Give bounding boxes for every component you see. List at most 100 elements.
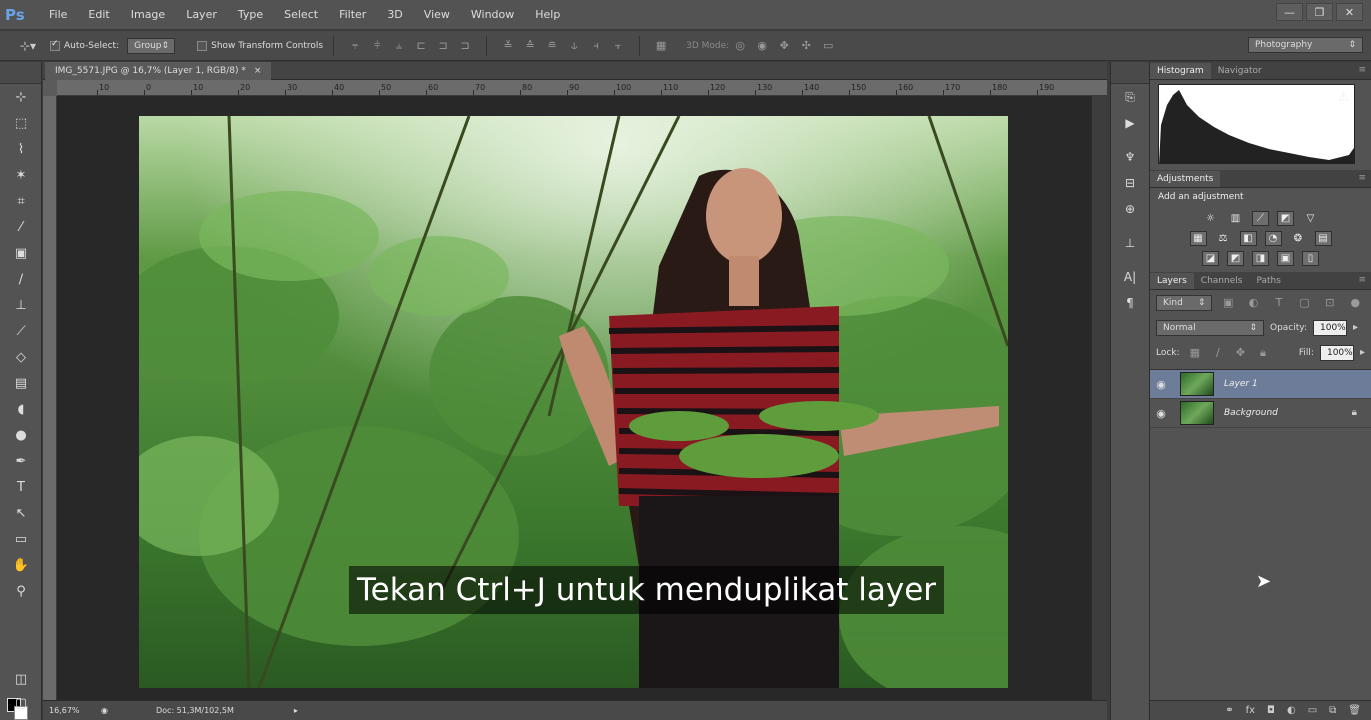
actions-panel-icon[interactable]: ▶ <box>1111 110 1149 136</box>
vibrance-icon[interactable]: ▽ <box>1302 211 1319 226</box>
filter-toggle-icon[interactable]: ● <box>1350 296 1361 310</box>
tab-histogram[interactable]: Histogram <box>1150 63 1211 79</box>
brush-presets-icon[interactable]: ⊟ <box>1111 170 1149 196</box>
distribute-bottom-icon[interactable]: ≘ <box>545 39 559 53</box>
paragraph-panel-icon[interactable]: ¶ <box>1111 290 1149 316</box>
horizontal-ruler[interactable]: 10 0 10 20 30 40 50 60 70 80 90 100 110 120 130 140 150 1… <box>57 80 1107 96</box>
vertical-ruler[interactable] <box>43 96 57 700</box>
levels-icon[interactable]: ▥ <box>1227 211 1244 226</box>
warning-icon[interactable]: ⚠ <box>1338 90 1349 104</box>
layer-name[interactable]: Background <box>1224 408 1278 418</box>
blend-mode-dropdown[interactable]: Normal ⇕ <box>1156 319 1264 336</box>
status-icon[interactable]: ◉ <box>101 706 108 715</box>
menu-edit[interactable]: Edit <box>88 8 109 21</box>
type-tool-icon[interactable]: T <box>0 474 42 500</box>
filter-smart-object-icon[interactable]: ⊡ <box>1324 296 1335 310</box>
fill-arrow-icon[interactable]: ▸ <box>1360 347 1365 358</box>
black-white-icon[interactable]: ◧ <box>1239 231 1257 246</box>
threshold-icon[interactable]: ◨ <box>1252 251 1269 266</box>
delete-layer-icon[interactable]: 🗑︎ <box>1348 705 1361 716</box>
clone-stamp-tool-icon[interactable]: ⊥ <box>0 292 42 318</box>
exposure-icon[interactable]: ◩ <box>1277 211 1294 226</box>
blur-tool-icon[interactable]: ◖ <box>0 396 42 422</box>
workspace-dropdown[interactable]: Photography ⇕ <box>1248 37 1363 53</box>
selective-color-icon[interactable]: ▣ <box>1277 251 1294 266</box>
tab-channels[interactable]: Channels <box>1194 273 1250 289</box>
lock-position-icon[interactable]: ✥ <box>1236 346 1245 360</box>
3d-rotate-icon[interactable]: ◎ <box>733 39 747 53</box>
close-tab-icon[interactable]: × <box>254 66 262 76</box>
align-bottom-icon[interactable]: ⫨ <box>392 39 406 53</box>
menu-view[interactable]: View <box>424 8 450 21</box>
layer-lock-icon[interactable]: 🔒︎ <box>1352 407 1357 418</box>
filter-adjustment-icon[interactable]: ◐ <box>1248 296 1259 310</box>
distribute-hcenter-icon[interactable]: ⫞ <box>589 39 603 53</box>
menu-3d[interactable]: 3D <box>387 8 402 21</box>
gradient-map-icon[interactable]: ▯ <box>1302 251 1319 266</box>
magic-wand-tool-icon[interactable]: ✶ <box>0 162 42 188</box>
minimize-button[interactable]: — <box>1276 3 1303 21</box>
filter-pixel-icon[interactable]: ▣ <box>1222 296 1233 310</box>
brightness-contrast-icon[interactable]: ☼ <box>1202 211 1219 226</box>
panel-menu-icon[interactable]: ≡ <box>1358 65 1366 75</box>
zoom-tool-icon[interactable]: ⚲ <box>0 578 42 604</box>
menu-filter[interactable]: Filter <box>339 8 366 21</box>
close-button[interactable]: ✕ <box>1336 3 1363 21</box>
shape-tool-icon[interactable]: ▭ <box>0 526 42 552</box>
zoom-level[interactable]: 16,67% <box>49 706 89 715</box>
marquee-tool-icon[interactable]: ⬚ <box>0 110 42 136</box>
eyedropper-tool-icon[interactable]: ⁄ <box>0 214 42 240</box>
panel-menu-icon[interactable]: ≡ <box>1358 173 1366 183</box>
3d-roll-icon[interactable]: ◉ <box>755 39 769 53</box>
brush-panel-icon[interactable]: ♆ <box>1111 144 1149 170</box>
3d-drag-icon[interactable]: ✥ <box>777 39 791 53</box>
menu-select[interactable]: Select <box>284 8 318 21</box>
distribute-top-icon[interactable]: ≚ <box>501 39 515 53</box>
layer-mask-icon[interactable]: ◘ <box>1267 705 1275 716</box>
path-selection-tool-icon[interactable]: ↖ <box>0 500 42 526</box>
distribute-right-icon[interactable]: ⫟ <box>611 39 625 53</box>
lasso-tool-icon[interactable]: ⌇ <box>0 136 42 162</box>
new-group-icon[interactable]: ▭ <box>1308 705 1317 716</box>
quick-mask-icon[interactable]: ◫ <box>0 666 42 692</box>
align-right-icon[interactable]: ⊐ <box>458 39 472 53</box>
healing-brush-tool-icon[interactable]: ▣ <box>0 240 42 266</box>
menu-file[interactable]: File <box>49 8 67 21</box>
channel-mixer-icon[interactable]: ❂ <box>1290 231 1307 246</box>
filter-shape-icon[interactable]: ▢ <box>1299 296 1310 310</box>
auto-select-dropdown[interactable]: Group ⇕ <box>127 37 176 54</box>
3d-slide-icon[interactable]: ✣ <box>799 39 813 53</box>
pen-tool-icon[interactable]: ✒ <box>0 448 42 474</box>
align-hcenter-icon[interactable]: ⊐ <box>436 39 450 53</box>
align-vcenter-icon[interactable]: ⫩ <box>370 39 384 53</box>
document-tab[interactable]: IMG_5571.JPG @ 16,7% (Layer 1, RGB/8) * … <box>45 62 272 80</box>
link-layers-icon[interactable]: ⚭ <box>1225 705 1233 716</box>
panel-menu-icon[interactable]: ≡ <box>1358 275 1366 285</box>
photo-filter-icon[interactable]: ◔ <box>1264 231 1282 246</box>
layer-row-background[interactable]: ◉ Background 🔒︎ <box>1150 399 1371 428</box>
align-left-icon[interactable]: ⊏ <box>414 39 428 53</box>
layer-style-icon[interactable]: fx <box>1246 705 1255 716</box>
vertical-scrollbar[interactable] <box>1091 96 1107 700</box>
menu-help[interactable]: Help <box>535 8 560 21</box>
color-lookup-icon[interactable]: ▤ <box>1314 231 1332 246</box>
color-balance-icon[interactable]: ⚖ <box>1215 231 1232 246</box>
lock-image-icon[interactable]: ∕ <box>1214 346 1222 360</box>
tab-adjustments[interactable]: Adjustments <box>1150 171 1221 187</box>
posterize-icon[interactable]: ◩ <box>1227 251 1244 266</box>
move-tool-icon[interactable]: ⊹ <box>0 84 42 110</box>
hand-tool-icon[interactable]: ✋ <box>0 552 42 578</box>
distribute-left-icon[interactable]: ⫝ <box>567 39 581 53</box>
tools-panel-header[interactable] <box>0 62 41 84</box>
tab-navigator[interactable]: Navigator <box>1211 63 1269 79</box>
screen-mode-icon[interactable]: ▢ <box>0 690 42 716</box>
curves-icon[interactable]: ⟋ <box>1252 211 1269 226</box>
new-layer-icon[interactable]: ⧉ <box>1329 705 1336 716</box>
hue-saturation-icon[interactable]: ▦ <box>1189 231 1207 246</box>
ruler-origin[interactable] <box>43 80 57 96</box>
history-panel-icon[interactable]: ⎘ <box>1111 84 1149 110</box>
opacity-arrow-icon[interactable]: ▸ <box>1353 322 1358 333</box>
auto-align-icon[interactable]: ▦ <box>654 39 668 53</box>
layer-row-layer-1[interactable]: ◉ Layer 1 <box>1150 370 1371 399</box>
character-panel-icon[interactable]: A| <box>1111 264 1149 290</box>
